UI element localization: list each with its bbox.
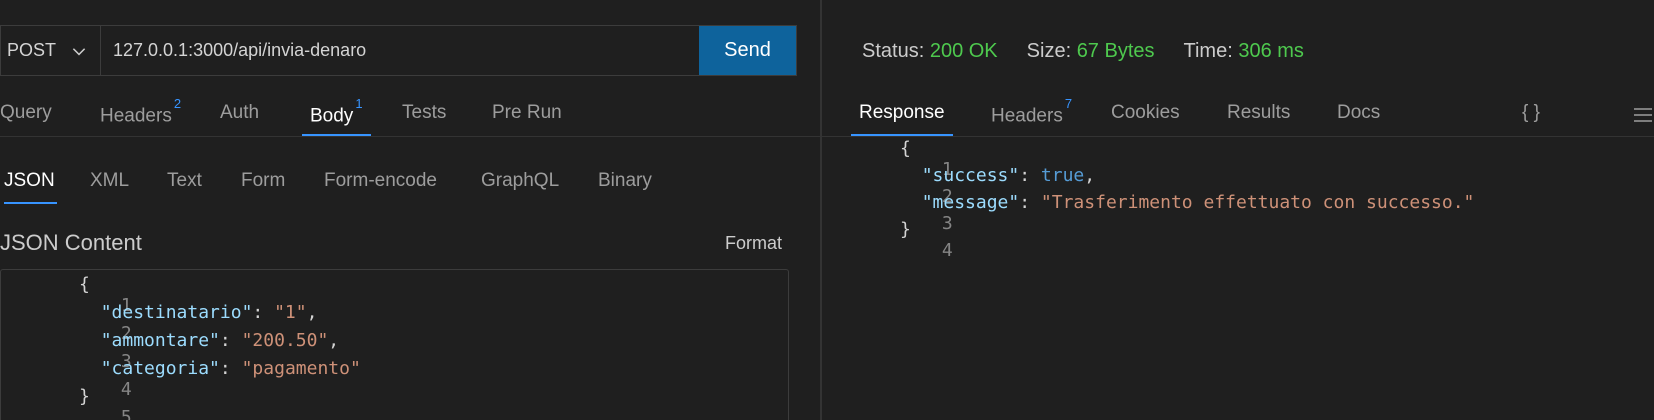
tab-pre-run[interactable]: Pre Run <box>492 100 562 136</box>
response-status-bar: Status: 200 OK Size: 67 Bytes Time: 306 … <box>862 40 1304 63</box>
tab-docs[interactable]: Docs <box>1337 102 1380 136</box>
json-content-title: JSON Content <box>0 230 142 255</box>
send-button[interactable]: Send <box>699 26 796 75</box>
code-line: 1 { <box>79 274 132 316</box>
response-headers-badge: 7 <box>1064 96 1073 111</box>
code-line: 3 "ammontare": "200.50", <box>100 330 340 372</box>
status-info: Status: 200 OK <box>862 40 998 62</box>
braces-icon[interactable]: { } <box>1522 102 1540 124</box>
code-line: 3 "message": "Trasferimento effettuato c… <box>921 192 1475 234</box>
size-value: 67 Bytes <box>1076 40 1155 62</box>
code-line: 5 } <box>79 386 132 420</box>
time-value: 306 ms <box>1238 40 1304 62</box>
code-line: 2 "destinatario": "1", <box>100 302 318 344</box>
request-pane: POST Send Query Headers2 Auth Body1 T <box>0 0 822 420</box>
tab-auth[interactable]: Auth <box>220 100 259 136</box>
tab-graphql[interactable]: GraphQL <box>481 168 559 204</box>
tab-results[interactable]: Results <box>1227 102 1290 136</box>
tab-query[interactable]: Query <box>0 100 52 136</box>
chevron-down-icon <box>72 47 86 55</box>
request-body-editor[interactable]: 1 { 2 "destinatario": "1", 3 "ammontare"… <box>0 269 789 420</box>
response-tabs-divider <box>822 136 1654 137</box>
body-type-tabs: JSON XML Text Form Form-encode GraphQL B… <box>0 168 822 204</box>
response-body-viewer: 1 { 2 "success": true, 3 "message": "Tra… <box>822 138 1654 261</box>
request-tabs: Query Headers2 Auth Body1 Tests Pre Run <box>0 96 822 136</box>
headers-count-badge: 2 <box>173 96 182 111</box>
code-line: 4 "categoria": "pagamento" <box>100 358 361 400</box>
thunder-client-app: POST Send Query Headers2 Auth Body1 T <box>0 0 1654 420</box>
response-pane: Status: 200 OK Size: 67 Bytes Time: 306 … <box>822 0 1654 420</box>
tab-cookies[interactable]: Cookies <box>1111 102 1180 136</box>
menu-icon[interactable] <box>1632 106 1652 124</box>
tab-headers[interactable]: Headers2 <box>100 96 181 136</box>
tab-text[interactable]: Text <box>167 168 202 204</box>
code-line: 4 } <box>900 219 953 261</box>
tab-xml[interactable]: XML <box>90 168 129 204</box>
tab-response[interactable]: Response <box>851 102 953 136</box>
time-info: Time: 306 ms <box>1183 40 1304 62</box>
url-input[interactable] <box>101 26 699 75</box>
status-value: 200 OK <box>929 40 998 62</box>
code-line: 2 "success": true, <box>921 165 1096 207</box>
method-select[interactable]: POST <box>1 26 101 75</box>
method-label: POST <box>7 40 57 60</box>
tabs-divider <box>0 136 822 137</box>
url-bar: POST Send <box>0 25 797 76</box>
tab-form[interactable]: Form <box>241 168 285 204</box>
code-line: 1 { <box>900 138 953 180</box>
body-count-badge: 1 <box>355 96 363 111</box>
tab-form-encode[interactable]: Form-encode <box>324 168 437 204</box>
format-button[interactable]: Format <box>725 233 782 254</box>
tab-binary[interactable]: Binary <box>598 168 652 204</box>
tab-body[interactable]: Body1 <box>302 96 371 136</box>
size-info: Size: 67 Bytes <box>1026 40 1155 62</box>
tab-response-headers[interactable]: Headers7 <box>991 96 1072 136</box>
tab-json[interactable]: JSON <box>4 168 57 204</box>
tab-tests[interactable]: Tests <box>402 100 446 136</box>
